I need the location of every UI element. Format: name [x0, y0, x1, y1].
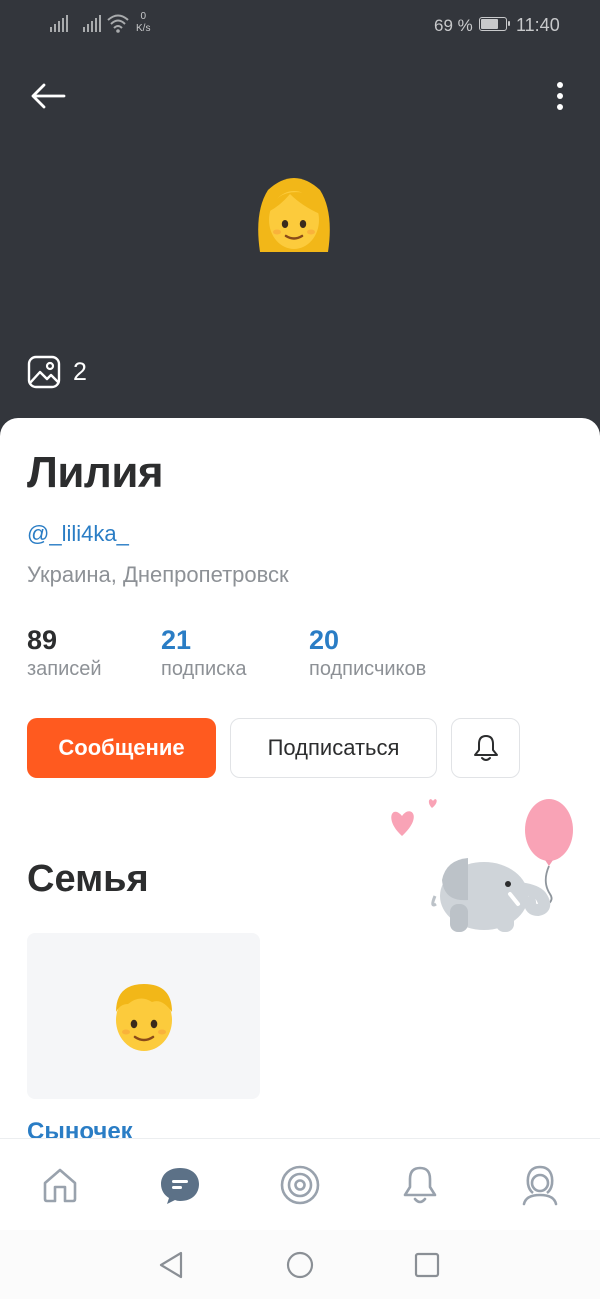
network-speed-unit: K/s	[136, 23, 151, 34]
stat-following-label: подписка	[161, 658, 247, 680]
clock: 11:40	[516, 15, 560, 35]
tab-notifications[interactable]	[396, 1161, 444, 1209]
stat-following[interactable]: 21 подписка	[161, 624, 247, 681]
image-icon	[27, 355, 61, 389]
stat-posts-label: записей	[27, 658, 102, 680]
system-home-button[interactable]	[285, 1250, 315, 1280]
system-back-button[interactable]	[156, 1250, 186, 1280]
family-section-title: Семья	[27, 858, 149, 900]
bottom-tab-bar	[0, 1138, 600, 1231]
follow-button[interactable]: Подписаться	[230, 718, 437, 778]
status-bar: 0 K/s 69 % 11:40	[0, 0, 600, 52]
profile-name: Лилия	[27, 448, 164, 497]
heart-icon	[428, 799, 437, 808]
home-icon	[43, 1168, 77, 1203]
back-button[interactable]	[28, 80, 68, 112]
signal-icon	[83, 14, 101, 32]
profile-card: Лилия @_lili4ka_ Украина, Днепропетровск…	[0, 418, 600, 1148]
messages-icon	[161, 1168, 199, 1204]
elephant-balloon-illustration	[391, 799, 573, 932]
discover-icon	[280, 1165, 320, 1205]
battery-icon	[479, 17, 510, 31]
arrow-left-icon	[31, 83, 66, 109]
notifications-icon	[403, 1166, 437, 1204]
tab-discover[interactable]	[276, 1161, 324, 1209]
boy-emoji-icon	[115, 984, 172, 1051]
stat-posts-value: 89	[27, 625, 58, 655]
back-triangle-icon	[159, 1251, 183, 1279]
profile-header: 0 K/s 69 % 11:40 2	[0, 0, 600, 440]
more-options-button[interactable]	[548, 80, 572, 112]
recents-square-icon	[414, 1252, 440, 1278]
system-recents-button[interactable]	[412, 1250, 442, 1280]
tab-profile[interactable]	[516, 1161, 564, 1209]
signal-icon	[50, 14, 68, 32]
tab-messages[interactable]	[156, 1161, 204, 1209]
woman-emoji-avatar[interactable]	[250, 172, 338, 260]
network-speed-value: 0	[140, 11, 146, 22]
stat-posts: 89 записей	[27, 624, 102, 681]
profile-location: Украина, Днепропетровск	[27, 562, 289, 587]
wifi-icon	[107, 14, 129, 33]
stat-followers[interactable]: 20 подписчиков	[309, 624, 426, 681]
stat-followers-label: подписчиков	[309, 658, 427, 680]
system-navigation-bar	[0, 1230, 600, 1299]
photos-counter[interactable]: 2	[27, 355, 87, 389]
message-button[interactable]: Сообщение	[27, 718, 216, 778]
battery-percent: 69 %	[434, 16, 473, 35]
stat-following-value: 21	[161, 625, 192, 655]
family-member-card[interactable]	[27, 933, 260, 1099]
network-speed: 0 K/s	[136, 11, 150, 35]
balloon-icon	[525, 799, 573, 861]
photos-count-value: 2	[73, 357, 87, 386]
notify-button[interactable]	[451, 718, 520, 778]
stat-followers-value: 20	[309, 625, 340, 655]
profile-icon	[522, 1165, 558, 1206]
heart-icon	[391, 811, 414, 836]
profile-username[interactable]: @_lili4ka_	[27, 521, 129, 547]
tab-home[interactable]	[36, 1161, 84, 1209]
bell-icon	[473, 735, 498, 761]
more-vertical-icon	[557, 82, 563, 110]
home-circle-icon	[286, 1251, 314, 1279]
